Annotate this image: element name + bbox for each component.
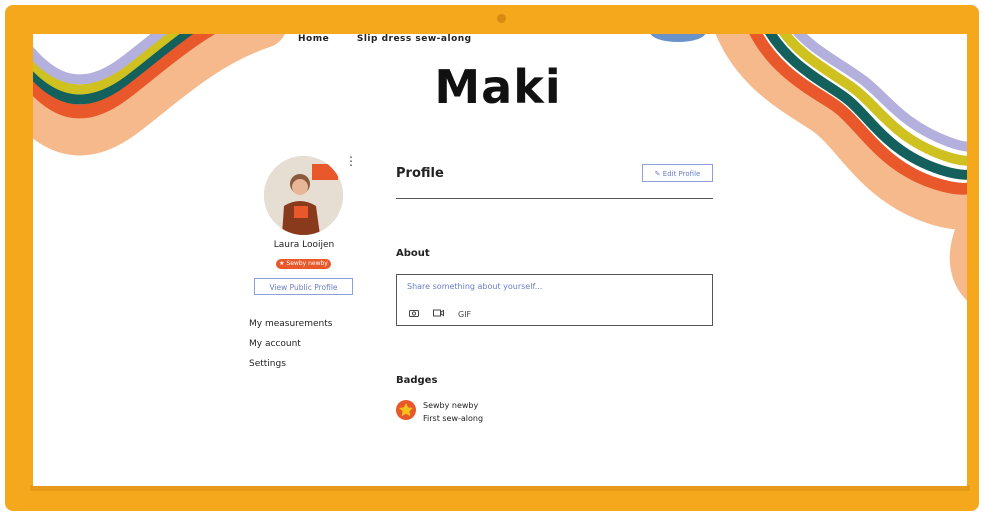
gif-icon[interactable]: GIF bbox=[458, 310, 471, 319]
view-public-profile-button[interactable]: View Public Profile bbox=[254, 278, 353, 295]
edit-profile-label: Edit Profile bbox=[662, 170, 701, 178]
side-menu: My measurements My account Settings bbox=[249, 319, 332, 379]
badge-description: First sew-along bbox=[423, 414, 484, 423]
webcam-dot bbox=[497, 14, 506, 23]
profile-divider bbox=[396, 198, 713, 199]
avatar bbox=[264, 156, 343, 235]
profile-title: Profile bbox=[396, 166, 444, 181]
user-badge-pill: ★ Sewby newby bbox=[276, 259, 331, 269]
side-menu-settings[interactable]: Settings bbox=[249, 359, 332, 370]
side-menu-my-measurements[interactable]: My measurements bbox=[249, 319, 332, 330]
user-badge-label: Sewby newby bbox=[286, 260, 328, 267]
badges-title: Badges bbox=[396, 375, 438, 386]
more-options-icon[interactable]: ⋮ bbox=[345, 154, 357, 168]
user-name: Laura Looijen bbox=[273, 240, 335, 250]
about-toolbar: GIF bbox=[409, 309, 471, 319]
about-input[interactable] bbox=[407, 282, 697, 291]
video-icon[interactable] bbox=[433, 309, 444, 319]
about-title: About bbox=[396, 248, 430, 259]
nav-slip-dress-link[interactable]: Slip dress sew-along bbox=[357, 34, 472, 44]
nav-home-link[interactable]: Home bbox=[298, 34, 329, 44]
camera-icon[interactable] bbox=[409, 309, 419, 319]
badge-name: Sewby newby bbox=[423, 401, 479, 410]
side-menu-my-account[interactable]: My account bbox=[249, 339, 332, 350]
edit-profile-button[interactable]: ✎ Edit Profile bbox=[642, 164, 713, 182]
pencil-icon: ✎ bbox=[654, 170, 661, 178]
star-badge-icon bbox=[396, 400, 416, 420]
avatar-photo bbox=[264, 156, 343, 235]
site-logo[interactable]: Maki bbox=[423, 60, 573, 114]
about-composer: GIF bbox=[396, 274, 713, 326]
screen: Home Slip dress sew-along Maki ⋮ Laura L… bbox=[33, 34, 967, 486]
top-nav: Home Slip dress sew-along bbox=[298, 34, 496, 44]
